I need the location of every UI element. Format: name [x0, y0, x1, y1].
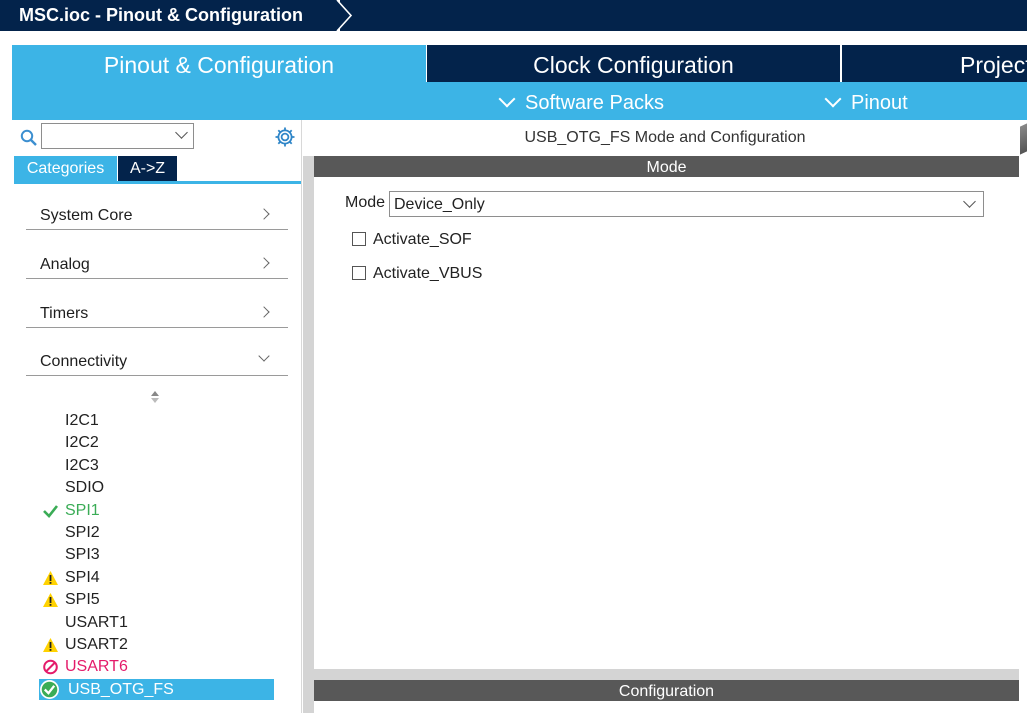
- peripheral-label: SPI2: [65, 524, 100, 541]
- chevron-down-icon: [258, 350, 270, 362]
- group-analog[interactable]: Analog: [26, 243, 288, 279]
- group-system-core[interactable]: System Core: [26, 194, 288, 230]
- mode-configuration-panel: USB_OTG_FS Mode and Configuration Mode M…: [303, 120, 1027, 713]
- panel-scrollbar[interactable]: [1019, 120, 1027, 713]
- peripheral-item-usb-otg-fs[interactable]: USB_OTG_FS: [39, 678, 274, 700]
- tab-underline: [14, 181, 301, 184]
- pinout-label: Pinout: [851, 92, 908, 114]
- peripheral-item-spi3[interactable]: SPI3: [39, 544, 274, 565]
- peripheral-item-i2c1[interactable]: I2C1: [39, 410, 274, 431]
- app-window: MSC.ioc - Pinout & Configuration Pinout …: [0, 0, 1027, 713]
- peripheral-item-usart1[interactable]: USART1: [39, 612, 274, 633]
- tab-pinout-configuration[interactable]: Pinout & Configuration: [12, 45, 426, 82]
- peripheral-label: SPI3: [65, 546, 100, 564]
- configuration-section-header[interactable]: Configuration: [314, 680, 1019, 701]
- checkbox-label: Activate_SOF: [373, 231, 472, 248]
- peripheral-label: USART1: [65, 613, 128, 631]
- chevron-right-icon: [258, 208, 270, 220]
- peripheral-item-sdio[interactable]: SDIO: [39, 477, 274, 498]
- mode-select-value: Device_Only: [394, 196, 485, 213]
- mode-section-header[interactable]: Mode: [314, 156, 1019, 177]
- group-label: Connectivity: [40, 353, 128, 370]
- peripheral-item-spi2[interactable]: SPI2: [39, 522, 274, 543]
- categories-panel: Categories A->Z System Core Analog Timer…: [12, 120, 302, 713]
- group-label: System Core: [40, 207, 133, 224]
- peripheral-item-usart2[interactable]: USART2: [39, 634, 274, 655]
- check-icon: [42, 503, 59, 519]
- tab-categories[interactable]: Categories: [14, 156, 117, 181]
- warning-icon: [42, 592, 59, 608]
- tab-a-to-z[interactable]: A->Z: [118, 156, 177, 181]
- checkbox-box[interactable]: [352, 266, 366, 280]
- group-label: Analog: [40, 256, 90, 273]
- peripheral-label: I2C2: [65, 434, 99, 452]
- peripheral-label: SPI5: [65, 591, 100, 609]
- peripheral-label: I2C1: [65, 412, 99, 429]
- chevron-down-icon: [824, 90, 842, 108]
- chevron-down-icon: [498, 90, 516, 108]
- checkbox-box[interactable]: [352, 232, 366, 246]
- sub-toolbar: Software Packs Pinout: [12, 82, 1027, 120]
- checkbox-label: Activate_VBUS: [373, 265, 483, 282]
- scroll-handle[interactable]: [1020, 123, 1027, 155]
- peripheral-item-spi5[interactable]: SPI5: [39, 589, 274, 610]
- panel-header: USB_OTG_FS Mode and Configuration: [303, 120, 1027, 156]
- mode-select[interactable]: Device_Only: [389, 191, 984, 217]
- panel-title: USB_OTG_FS Mode and Configuration: [524, 129, 806, 146]
- peripheral-item-i2c3[interactable]: I2C3: [39, 455, 274, 476]
- breadcrumb-title[interactable]: MSC.ioc - Pinout & Configuration: [0, 0, 352, 31]
- peripheral-item-spi4[interactable]: SPI4: [39, 567, 274, 588]
- title-bar-background: [340, 0, 1027, 31]
- peripheral-item-i2c2[interactable]: I2C2: [39, 432, 274, 453]
- main-tabs: Pinout & Configuration Clock Configurati…: [12, 45, 1027, 82]
- peripheral-label: I2C3: [65, 456, 99, 474]
- peripheral-label: SPI4: [65, 568, 100, 586]
- search-input[interactable]: [41, 123, 194, 149]
- tab-project-manager[interactable]: Project: [842, 45, 1027, 82]
- peripheral-label: SPI1: [65, 501, 100, 519]
- chevron-down-icon[interactable]: [175, 126, 188, 139]
- configuration-section: [314, 701, 1019, 713]
- sort-icon[interactable]: [149, 390, 161, 404]
- peripheral-label: SDIO: [65, 479, 105, 497]
- gear-icon[interactable]: [274, 126, 296, 148]
- group-label: Timers: [40, 305, 89, 322]
- search-icon[interactable]: [20, 129, 38, 147]
- group-timers[interactable]: Timers: [26, 292, 288, 328]
- error-icon: [42, 659, 59, 675]
- peripheral-label: USART6: [65, 658, 128, 676]
- group-connectivity[interactable]: Connectivity: [26, 340, 288, 376]
- peripheral-label: USB_OTG_FS: [68, 680, 174, 698]
- chevron-right-icon: [258, 257, 270, 269]
- warning-icon: [42, 570, 59, 586]
- warning-icon: [42, 637, 59, 653]
- software-packs-menu[interactable]: Software Packs: [498, 82, 664, 120]
- peripheral-item-spi1[interactable]: SPI1: [39, 500, 274, 521]
- chevron-right-icon: [258, 306, 270, 318]
- check-circle-icon: [39, 679, 60, 700]
- mode-label: Mode: [345, 194, 386, 211]
- pinout-menu[interactable]: Pinout: [824, 82, 908, 120]
- tab-clock-configuration[interactable]: Clock Configuration: [427, 45, 840, 82]
- breadcrumb-chevron-icon: [336, 0, 353, 32]
- title-bar: MSC.ioc - Pinout & Configuration: [0, 0, 1027, 32]
- chevron-down-icon[interactable]: [963, 195, 976, 208]
- software-packs-label: Software Packs: [525, 92, 664, 114]
- peripheral-label: USART2: [65, 636, 128, 653]
- peripheral-item-usart6[interactable]: USART6: [39, 656, 274, 677]
- mode-section: Mode Device_Only Activate_SOF Activate_V…: [314, 177, 1019, 669]
